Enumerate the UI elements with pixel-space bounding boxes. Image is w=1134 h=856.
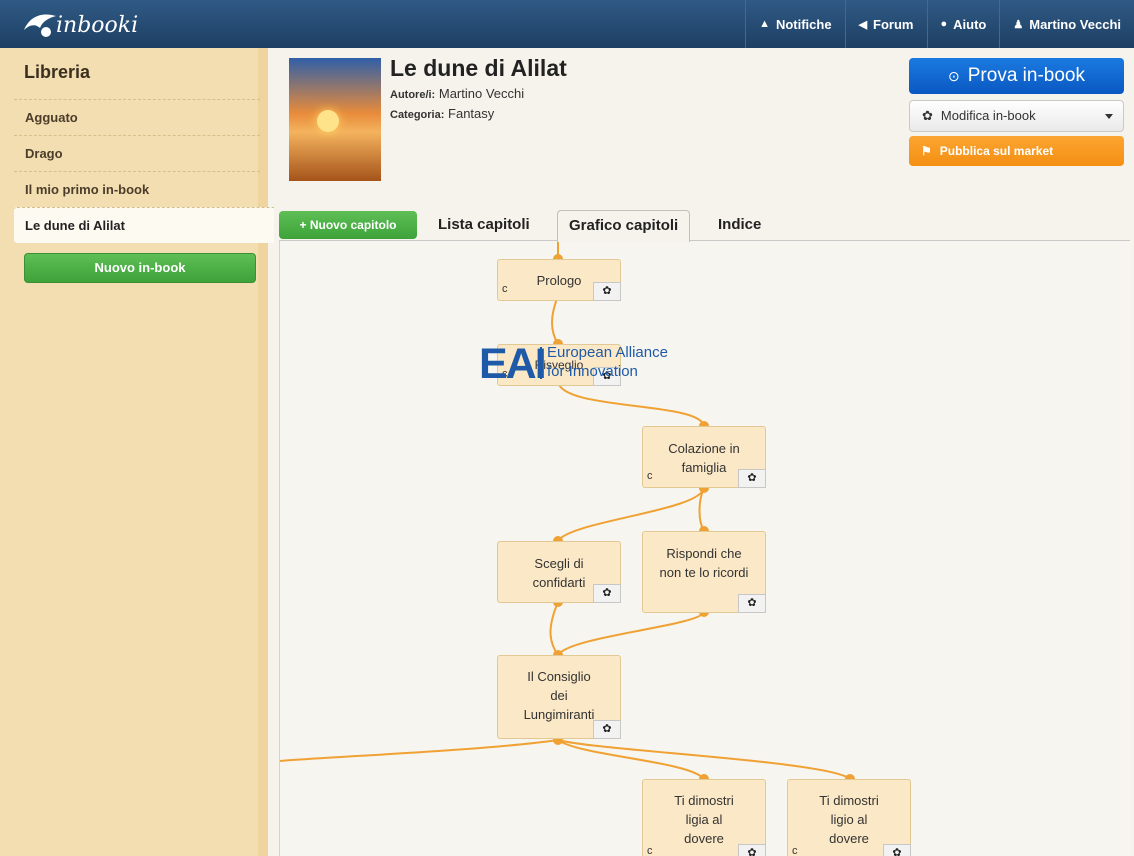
category-value: Fantasy — [448, 106, 495, 121]
pubblica-label: Pubblica sul market — [939, 144, 1054, 158]
chapter-node-colazione[interactable]: Colazione in famiglia c ✿ — [642, 426, 766, 488]
edge-rispondi-consiglio — [557, 611, 705, 656]
logo-text: inbooki — [56, 12, 139, 38]
prova-inbook-button[interactable]: ⊙ Prova in-book — [909, 58, 1124, 94]
gear-icon[interactable]: ✿ — [738, 594, 766, 613]
chapter-title: Ti dimostri ligia al dovere — [674, 793, 734, 846]
nav-aiuto-label: Aiuto — [953, 16, 987, 32]
gear-icon: ✿ — [922, 108, 933, 123]
eai-line2: for Innovation — [547, 363, 638, 380]
caret-down-icon — [1105, 114, 1113, 119]
category-label: Categoria: — [390, 109, 445, 121]
chapter-node-scegli[interactable]: Scegli di confidarti ✿ — [497, 541, 621, 603]
new-inbook-button[interactable]: Nuovo in-book — [24, 253, 256, 283]
nav-aiuto[interactable]: ● Aiuto — [926, 0, 1000, 48]
eai-divider — [540, 347, 542, 379]
gear-icon[interactable]: ✿ — [738, 844, 766, 856]
gear-icon[interactable]: ✿ — [593, 584, 621, 603]
chapter-node-ligio[interactable]: Ti dimostri ligio al dovere c ✿ — [787, 779, 911, 856]
edge-consiglio-ligia — [557, 739, 705, 780]
user-icon: ♟ — [1013, 18, 1024, 31]
author-label: Autore/i: — [390, 89, 436, 101]
chapter-flag: c — [792, 845, 798, 856]
nav-notifiche-label: Notifiche — [775, 16, 832, 32]
book-category: Categoria: Fantasy — [390, 106, 494, 121]
edge-prologo-risveglio — [551, 295, 559, 345]
book-author: Autore/i: Martino Vecchi — [390, 86, 524, 101]
library-list: Agguato Drago Il mio primo in-book Le du… — [14, 99, 274, 243]
chapter-node-ligia[interactable]: Ti dimostri ligia al dovere c ✿ — [642, 779, 766, 856]
chapter-node-prologo[interactable]: Prologo c ✿ — [497, 259, 621, 301]
sidebar-item-il-mio-primo[interactable]: Il mio primo in-book — [14, 171, 260, 207]
tab-indice[interactable]: Indice — [718, 210, 761, 241]
book-cover-image — [289, 58, 381, 181]
chapter-node-consiglio[interactable]: Il Consiglio dei Lungimiranti ✿ — [497, 655, 621, 739]
gear-icon[interactable]: ✿ — [883, 844, 911, 856]
edge-consiglio-left — [280, 739, 559, 762]
chapter-flag: c — [502, 283, 508, 295]
flag-icon: ⚑ — [921, 144, 932, 158]
megaphone-icon: ◀ — [858, 18, 868, 31]
bell-icon: ▲ — [759, 18, 770, 30]
nav-notifiche[interactable]: ▲ Notifiche — [745, 0, 845, 48]
gear-icon[interactable]: ✿ — [593, 282, 621, 301]
sidebar: Libreria Agguato Drago Il mio primo in-b… — [0, 48, 274, 856]
chapter-flag: c — [647, 470, 653, 482]
info-icon: ● — [940, 18, 948, 30]
sidebar-item-agguato[interactable]: Agguato — [14, 99, 260, 135]
modifica-inbook-dropdown[interactable]: ✿ Modifica in-book — [909, 100, 1124, 132]
chapter-graph[interactable]: Prologo c ✿ Risveglio c ✿ Colazione in f… — [279, 241, 1131, 856]
pubblica-market-button[interactable]: ⚑ Pubblica sul market — [909, 136, 1124, 166]
logo[interactable]: inbooki — [22, 8, 138, 42]
sidebar-title: Libreria — [24, 62, 91, 82]
edge-scegli-consiglio — [549, 601, 559, 656]
sidebar-item-le-dune[interactable]: Le dune di Alilat — [14, 207, 274, 243]
modifica-label: Modifica in-book — [940, 108, 1036, 123]
book-title: Le dune di Alilat — [390, 55, 567, 81]
gear-icon[interactable]: ✿ — [593, 720, 621, 739]
play-circle-icon: ⊙ — [948, 68, 960, 84]
nav-user-label: Martino Vecchi — [1029, 16, 1121, 32]
chapter-flag: c — [647, 845, 653, 856]
eai-line1: European Alliance — [547, 344, 668, 361]
chapter-title: Rispondi che non te lo ricordi — [659, 546, 749, 580]
author-value: Martino Vecchi — [438, 86, 525, 101]
nav-forum-label: Forum — [873, 16, 914, 32]
nav-user[interactable]: ♟ Martino Vecchi — [999, 0, 1134, 48]
gear-icon[interactable]: ✿ — [738, 469, 766, 488]
tab-grafico-capitoli[interactable]: Grafico capitoli — [557, 210, 691, 242]
top-navbar: inbooki ▲ Notifiche ◀ Forum ● Aiuto ♟ Ma… — [0, 0, 1134, 48]
tab-lista-capitoli[interactable]: Lista capitoli — [438, 210, 530, 241]
chapter-title: Ti dimostri ligio al dovere — [819, 793, 879, 846]
eai-logo-text: EAI — [479, 340, 547, 388]
prova-label: Prova in-book — [967, 65, 1085, 86]
chapter-title: Il Consiglio dei Lungimiranti — [523, 669, 595, 722]
top-nav: ▲ Notifiche ◀ Forum ● Aiuto ♟ Martino Ve… — [745, 0, 1134, 48]
book-logo-icon — [22, 10, 58, 40]
chapter-node-rispondi[interactable]: Rispondi che non te lo ricordi ✿ — [642, 531, 766, 613]
nav-forum[interactable]: ◀ Forum — [844, 0, 927, 48]
edge-risveglio-colazione — [557, 380, 705, 427]
eai-watermark: EAI European Alliance for Innovation — [479, 340, 699, 388]
sidebar-item-drago[interactable]: Drago — [14, 135, 260, 171]
new-chapter-button[interactable]: + Nuovo capitolo — [279, 211, 417, 239]
